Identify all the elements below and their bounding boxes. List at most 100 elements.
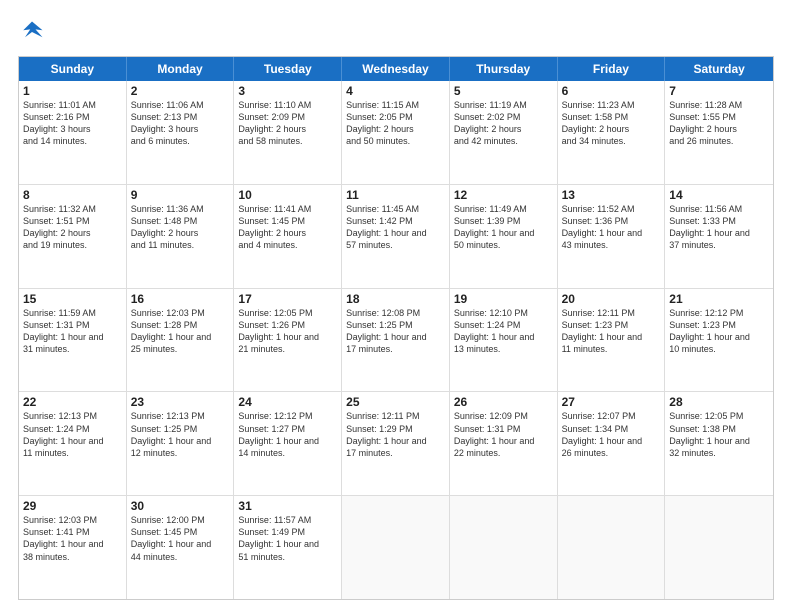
day-number: 19 — [454, 292, 553, 306]
cal-header-friday: Friday — [558, 57, 666, 81]
day-number: 2 — [131, 84, 230, 98]
calendar-cell: 27Sunrise: 12:07 PM Sunset: 1:34 PM Dayl… — [558, 392, 666, 495]
calendar-cell: 21Sunrise: 12:12 PM Sunset: 1:23 PM Dayl… — [665, 289, 773, 392]
day-number: 9 — [131, 188, 230, 202]
day-number: 25 — [346, 395, 445, 409]
day-info: Sunrise: 12:03 PM Sunset: 1:28 PM Daylig… — [131, 307, 230, 356]
calendar-cell: 20Sunrise: 12:11 PM Sunset: 1:23 PM Dayl… — [558, 289, 666, 392]
day-number: 1 — [23, 84, 122, 98]
logo-bird-icon — [18, 18, 46, 46]
day-info: Sunrise: 12:03 PM Sunset: 1:41 PM Daylig… — [23, 514, 122, 563]
day-info: Sunrise: 11:28 AM Sunset: 1:55 PM Daylig… — [669, 99, 769, 148]
calendar-cell: 25Sunrise: 12:11 PM Sunset: 1:29 PM Dayl… — [342, 392, 450, 495]
day-info: Sunrise: 11:10 AM Sunset: 2:09 PM Daylig… — [238, 99, 337, 148]
calendar-cell: 10Sunrise: 11:41 AM Sunset: 1:45 PM Dayl… — [234, 185, 342, 288]
calendar-cell: 1Sunrise: 11:01 AM Sunset: 2:16 PM Dayli… — [19, 81, 127, 184]
day-number: 17 — [238, 292, 337, 306]
calendar-cell: 22Sunrise: 12:13 PM Sunset: 1:24 PM Dayl… — [19, 392, 127, 495]
day-number: 8 — [23, 188, 122, 202]
day-number: 26 — [454, 395, 553, 409]
logo — [18, 18, 50, 46]
day-number: 12 — [454, 188, 553, 202]
day-info: Sunrise: 12:07 PM Sunset: 1:34 PM Daylig… — [562, 410, 661, 459]
day-number: 11 — [346, 188, 445, 202]
calendar-cell: 30Sunrise: 12:00 PM Sunset: 1:45 PM Dayl… — [127, 496, 235, 599]
calendar-cell: 13Sunrise: 11:52 AM Sunset: 1:36 PM Dayl… — [558, 185, 666, 288]
day-info: Sunrise: 12:13 PM Sunset: 1:25 PM Daylig… — [131, 410, 230, 459]
day-number: 3 — [238, 84, 337, 98]
cal-header-saturday: Saturday — [665, 57, 773, 81]
page: SundayMondayTuesdayWednesdayThursdayFrid… — [0, 0, 792, 612]
day-info: Sunrise: 12:11 PM Sunset: 1:29 PM Daylig… — [346, 410, 445, 459]
calendar-cell: 7Sunrise: 11:28 AM Sunset: 1:55 PM Dayli… — [665, 81, 773, 184]
day-info: Sunrise: 11:49 AM Sunset: 1:39 PM Daylig… — [454, 203, 553, 252]
day-info: Sunrise: 11:41 AM Sunset: 1:45 PM Daylig… — [238, 203, 337, 252]
day-info: Sunrise: 11:01 AM Sunset: 2:16 PM Daylig… — [23, 99, 122, 148]
day-info: Sunrise: 11:15 AM Sunset: 2:05 PM Daylig… — [346, 99, 445, 148]
day-info: Sunrise: 12:11 PM Sunset: 1:23 PM Daylig… — [562, 307, 661, 356]
calendar-row-2: 15Sunrise: 11:59 AM Sunset: 1:31 PM Dayl… — [19, 288, 773, 392]
day-number: 18 — [346, 292, 445, 306]
day-number: 20 — [562, 292, 661, 306]
day-info: Sunrise: 11:56 AM Sunset: 1:33 PM Daylig… — [669, 203, 769, 252]
day-info: Sunrise: 11:06 AM Sunset: 2:13 PM Daylig… — [131, 99, 230, 148]
day-info: Sunrise: 11:23 AM Sunset: 1:58 PM Daylig… — [562, 99, 661, 148]
calendar-cell — [558, 496, 666, 599]
day-number: 6 — [562, 84, 661, 98]
day-info: Sunrise: 12:05 PM Sunset: 1:26 PM Daylig… — [238, 307, 337, 356]
calendar-cell — [665, 496, 773, 599]
day-number: 13 — [562, 188, 661, 202]
day-info: Sunrise: 12:13 PM Sunset: 1:24 PM Daylig… — [23, 410, 122, 459]
calendar-body: 1Sunrise: 11:01 AM Sunset: 2:16 PM Dayli… — [19, 81, 773, 599]
cal-header-sunday: Sunday — [19, 57, 127, 81]
cal-header-tuesday: Tuesday — [234, 57, 342, 81]
calendar-cell: 16Sunrise: 12:03 PM Sunset: 1:28 PM Dayl… — [127, 289, 235, 392]
calendar-cell: 5Sunrise: 11:19 AM Sunset: 2:02 PM Dayli… — [450, 81, 558, 184]
calendar-cell: 8Sunrise: 11:32 AM Sunset: 1:51 PM Dayli… — [19, 185, 127, 288]
calendar-row-0: 1Sunrise: 11:01 AM Sunset: 2:16 PM Dayli… — [19, 81, 773, 184]
day-info: Sunrise: 11:19 AM Sunset: 2:02 PM Daylig… — [454, 99, 553, 148]
calendar-cell: 17Sunrise: 12:05 PM Sunset: 1:26 PM Dayl… — [234, 289, 342, 392]
cal-header-thursday: Thursday — [450, 57, 558, 81]
day-info: Sunrise: 12:10 PM Sunset: 1:24 PM Daylig… — [454, 307, 553, 356]
day-number: 31 — [238, 499, 337, 513]
day-number: 27 — [562, 395, 661, 409]
day-info: Sunrise: 11:32 AM Sunset: 1:51 PM Daylig… — [23, 203, 122, 252]
day-number: 28 — [669, 395, 769, 409]
calendar-cell: 15Sunrise: 11:59 AM Sunset: 1:31 PM Dayl… — [19, 289, 127, 392]
day-number: 15 — [23, 292, 122, 306]
calendar-cell — [450, 496, 558, 599]
day-number: 29 — [23, 499, 122, 513]
day-info: Sunrise: 12:12 PM Sunset: 1:27 PM Daylig… — [238, 410, 337, 459]
calendar-cell: 11Sunrise: 11:45 AM Sunset: 1:42 PM Dayl… — [342, 185, 450, 288]
day-number: 22 — [23, 395, 122, 409]
calendar-cell: 2Sunrise: 11:06 AM Sunset: 2:13 PM Dayli… — [127, 81, 235, 184]
calendar-cell: 28Sunrise: 12:05 PM Sunset: 1:38 PM Dayl… — [665, 392, 773, 495]
day-number: 14 — [669, 188, 769, 202]
cal-header-monday: Monday — [127, 57, 235, 81]
day-info: Sunrise: 12:05 PM Sunset: 1:38 PM Daylig… — [669, 410, 769, 459]
day-info: Sunrise: 11:57 AM Sunset: 1:49 PM Daylig… — [238, 514, 337, 563]
day-info: Sunrise: 12:12 PM Sunset: 1:23 PM Daylig… — [669, 307, 769, 356]
day-info: Sunrise: 11:59 AM Sunset: 1:31 PM Daylig… — [23, 307, 122, 356]
day-number: 10 — [238, 188, 337, 202]
day-number: 16 — [131, 292, 230, 306]
calendar: SundayMondayTuesdayWednesdayThursdayFrid… — [18, 56, 774, 600]
calendar-cell: 18Sunrise: 12:08 PM Sunset: 1:25 PM Dayl… — [342, 289, 450, 392]
day-info: Sunrise: 12:08 PM Sunset: 1:25 PM Daylig… — [346, 307, 445, 356]
day-number: 21 — [669, 292, 769, 306]
calendar-cell: 4Sunrise: 11:15 AM Sunset: 2:05 PM Dayli… — [342, 81, 450, 184]
day-number: 7 — [669, 84, 769, 98]
calendar-row-1: 8Sunrise: 11:32 AM Sunset: 1:51 PM Dayli… — [19, 184, 773, 288]
calendar-row-4: 29Sunrise: 12:03 PM Sunset: 1:41 PM Dayl… — [19, 495, 773, 599]
calendar-cell: 19Sunrise: 12:10 PM Sunset: 1:24 PM Dayl… — [450, 289, 558, 392]
calendar-cell: 6Sunrise: 11:23 AM Sunset: 1:58 PM Dayli… — [558, 81, 666, 184]
day-info: Sunrise: 11:52 AM Sunset: 1:36 PM Daylig… — [562, 203, 661, 252]
day-info: Sunrise: 12:09 PM Sunset: 1:31 PM Daylig… — [454, 410, 553, 459]
day-number: 30 — [131, 499, 230, 513]
calendar-cell: 26Sunrise: 12:09 PM Sunset: 1:31 PM Dayl… — [450, 392, 558, 495]
calendar-cell: 3Sunrise: 11:10 AM Sunset: 2:09 PM Dayli… — [234, 81, 342, 184]
calendar-cell: 12Sunrise: 11:49 AM Sunset: 1:39 PM Dayl… — [450, 185, 558, 288]
day-number: 24 — [238, 395, 337, 409]
calendar-cell — [342, 496, 450, 599]
